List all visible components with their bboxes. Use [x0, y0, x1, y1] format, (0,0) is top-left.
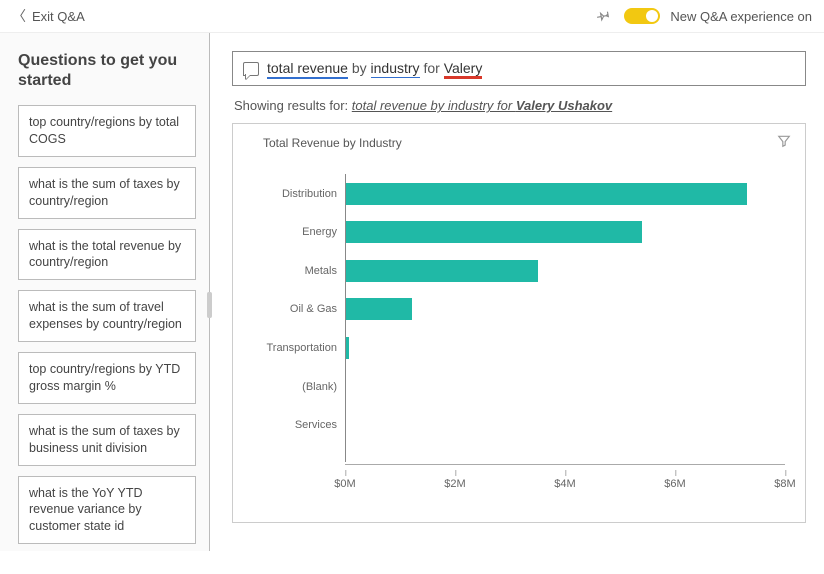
x-axis-tick: $4M: [554, 478, 575, 490]
y-axis-label: Distribution: [282, 188, 337, 200]
query-token-filter: Valery: [444, 61, 483, 77]
exit-button[interactable]: Exit Q&A: [32, 9, 85, 24]
chat-icon: [243, 62, 259, 76]
suggested-question[interactable]: what is the sum of taxes by country/regi…: [18, 167, 196, 219]
resize-handle[interactable]: [207, 292, 212, 318]
results-for-line: Showing results for: total revenue by in…: [234, 98, 804, 113]
pin-icon[interactable]: [596, 8, 610, 25]
bar[interactable]: [346, 337, 349, 359]
bar[interactable]: [346, 183, 747, 205]
suggested-question[interactable]: what is the YoY YTD revenue variance by …: [18, 476, 196, 545]
y-axis-label: (Blank): [302, 381, 337, 393]
filter-icon[interactable]: [777, 134, 791, 153]
bar[interactable]: [346, 260, 538, 282]
suggested-question[interactable]: top country/regions by total COGS: [18, 105, 196, 157]
y-axis-label: Oil & Gas: [290, 303, 337, 315]
chart-card: Total Revenue by Industry Distribution En…: [232, 123, 806, 523]
y-axis-label: Metals: [305, 265, 337, 277]
query-token-measure: total revenue: [267, 60, 348, 79]
query-token-for: for: [420, 60, 444, 76]
y-axis-label: Transportation: [266, 342, 337, 354]
suggested-question[interactable]: what is the total revenue by country/reg…: [18, 229, 196, 281]
query-token-by: by: [348, 60, 371, 76]
y-axis-label: Services: [295, 419, 337, 431]
x-axis-tick: $0M: [334, 478, 355, 490]
suggested-question[interactable]: top country/regions by YTD gross margin …: [18, 352, 196, 404]
experience-toggle[interactable]: [624, 8, 660, 24]
sidebar-title: Questions to get you started: [18, 51, 196, 91]
x-axis-tick: $8M: [774, 478, 795, 490]
y-axis-label: Energy: [302, 226, 337, 238]
x-axis-tick: $6M: [664, 478, 685, 490]
sidebar: Questions to get you started top country…: [0, 33, 210, 551]
bar[interactable]: [346, 298, 412, 320]
plot-area: Distribution Energy Metals Oil & Gas Transpo…: [253, 174, 785, 502]
x-axis-tick: $2M: [444, 478, 465, 490]
main-panel: total revenue by industry for Valery Sho…: [210, 33, 824, 551]
query-token-dimension: industry: [371, 60, 420, 78]
suggested-question[interactable]: what is the sum of taxes by business uni…: [18, 414, 196, 466]
suggested-question[interactable]: what is the sum of travel expenses by co…: [18, 290, 196, 342]
bar[interactable]: [346, 221, 642, 243]
toggle-label: New Q&A experience on: [670, 9, 812, 24]
chevron-left-icon[interactable]: 〈: [12, 6, 26, 26]
query-input[interactable]: total revenue by industry for Valery: [232, 51, 806, 86]
chart-title: Total Revenue by Industry: [263, 136, 402, 150]
topbar: 〈 Exit Q&A New Q&A experience on: [0, 0, 824, 33]
